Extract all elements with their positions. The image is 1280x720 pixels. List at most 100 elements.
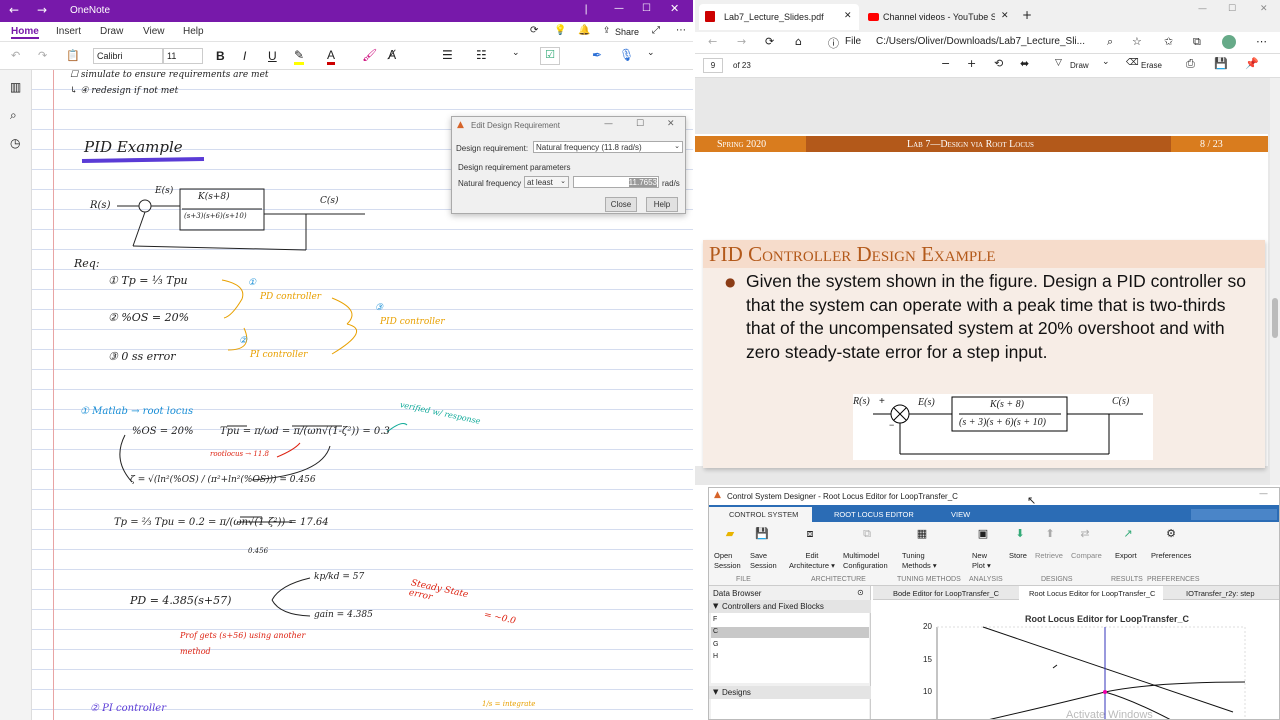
minimize-icon[interactable]: —: [1259, 489, 1268, 499]
search-icon[interactable]: ⌕: [10, 108, 17, 123]
maximize-icon[interactable]: ☐: [636, 119, 644, 129]
print-icon[interactable]: ⎙: [1186, 57, 1195, 71]
tab-view[interactable]: View: [143, 26, 165, 37]
tab-root-locus-editor[interactable]: ROOT LOCUS EDITOR: [834, 510, 914, 519]
tuning-methods-button[interactable]: ▦: [911, 527, 933, 540]
bullets-icon[interactable]: ☰: [442, 48, 453, 62]
maximize-icon[interactable]: ☐: [642, 3, 651, 14]
controllers-section-header[interactable]: ▼ Controllers and Fixed Blocks: [709, 600, 871, 613]
close-icon[interactable]: ✕: [1260, 4, 1268, 14]
minimize-icon[interactable]: —: [614, 3, 624, 14]
page-number-input[interactable]: 9: [703, 58, 723, 73]
retrieve-button[interactable]: ⬆: [1039, 527, 1061, 540]
chevron-down-icon[interactable]: ⌄: [512, 48, 520, 58]
font-color-icon[interactable]: A: [327, 48, 336, 65]
preferences-button[interactable]: ⚙: [1160, 527, 1182, 540]
tab-root-locus-editor-doc[interactable]: Root Locus Editor for LoopTransfer_C: [1019, 586, 1163, 600]
rotate-icon[interactable]: ⟲: [994, 57, 1003, 70]
tab-bode-editor[interactable]: Bode Editor for LoopTransfer_C: [893, 589, 999, 598]
maximize-icon[interactable]: ☐: [1228, 4, 1236, 14]
more-icon[interactable]: ⋯: [676, 25, 686, 36]
block-c-row[interactable]: C: [711, 627, 869, 638]
options-icon[interactable]: ⊙: [857, 588, 864, 597]
pdf-scrollbar[interactable]: [1270, 78, 1280, 485]
tab-view[interactable]: VIEW: [951, 510, 970, 519]
edit-architecture-button[interactable]: ⧈: [799, 527, 821, 541]
more-icon[interactable]: ⋯: [1256, 35, 1267, 48]
nf-mode-select[interactable]: at least ⌄: [524, 176, 569, 188]
clear-format-icon[interactable]: A̸: [388, 48, 396, 62]
profile-avatar[interactable]: [1222, 35, 1236, 49]
draw-button[interactable]: Draw: [1070, 61, 1089, 70]
share-button[interactable]: Share: [615, 27, 639, 37]
zoom-icon[interactable]: ⌕: [1107, 35, 1113, 49]
compare-button[interactable]: ⇄: [1074, 527, 1096, 540]
scrollbar-thumb[interactable]: [1272, 298, 1278, 338]
italic-icon[interactable]: I: [243, 49, 246, 63]
designs-section-header[interactable]: ▼ Designs: [709, 686, 871, 699]
save-icon[interactable]: 💾: [1214, 57, 1228, 70]
requirement-select[interactable]: Natural frequency (11.8 rad/s) ⌄: [533, 141, 683, 153]
sync-icon[interactable]: ⟳: [530, 25, 538, 36]
url-input[interactable]: C:/Users/Oliver/Downloads/Lab7_Lecture_S…: [876, 36, 1085, 47]
chevron-down-icon[interactable]: ⌄: [1102, 57, 1110, 67]
draw-icon[interactable]: ▽: [1055, 58, 1062, 68]
close-icon[interactable]: ✕: [670, 2, 679, 15]
redo-icon[interactable]: ↷: [38, 49, 47, 62]
tab-pdf[interactable]: Lab7_Lecture_Slides.pdf ✕: [699, 4, 859, 30]
erase-icon[interactable]: ⌫: [1126, 58, 1139, 68]
refresh-icon[interactable]: ⟳: [765, 35, 774, 48]
format-painter-icon[interactable]: 🖌: [362, 48, 377, 62]
block-f[interactable]: F: [713, 616, 717, 623]
collections-icon[interactable]: ⧉: [1193, 35, 1201, 49]
new-tab-icon[interactable]: +: [1022, 8, 1032, 22]
favorite-star-icon[interactable]: ☆: [1132, 35, 1142, 48]
tab-home[interactable]: Home: [11, 26, 39, 39]
close-icon[interactable]: ✕: [667, 119, 675, 129]
zoom-in-icon[interactable]: +: [967, 57, 976, 70]
favorites-icon[interactable]: ✩: [1164, 35, 1173, 48]
tab-youtube[interactable]: Channel videos - YouTube Studio ✕: [863, 4, 1013, 30]
highlight-icon[interactable]: ✎: [294, 48, 305, 65]
tab-insert[interactable]: Insert: [56, 26, 81, 37]
bold-icon[interactable]: B: [216, 49, 225, 63]
root-locus-plot[interactable]: Root Locus Editor for LoopTransfer_C 20 …: [873, 600, 1279, 719]
notebooks-icon[interactable]: ▥: [10, 80, 21, 94]
clipboard-icon[interactable]: 📋: [66, 49, 80, 62]
back-icon[interactable]: ←: [9, 3, 19, 17]
minimize-icon[interactable]: —: [1198, 4, 1207, 14]
font-size-input[interactable]: 11: [163, 48, 203, 64]
erase-button[interactable]: Erase: [1141, 61, 1162, 70]
export-button[interactable]: ↗: [1117, 527, 1139, 540]
nf-value-input[interactable]: 11.7653: [573, 176, 659, 188]
chevron-down-icon[interactable]: ⌄: [647, 48, 655, 58]
tab-iotransfer[interactable]: IOTransfer_r2y: step: [1186, 589, 1255, 598]
dictate-icon[interactable]: 🎙: [619, 48, 634, 62]
home-icon[interactable]: ⌂: [795, 35, 802, 48]
tab-help[interactable]: Help: [183, 26, 204, 37]
coauthor-icon[interactable]: ❘: [582, 4, 590, 15]
underline-icon[interactable]: U: [268, 49, 277, 63]
close-icon[interactable]: ✕: [844, 11, 852, 21]
pen-icon[interactable]: ✒: [592, 48, 602, 62]
share-icon[interactable]: ⇪: [603, 26, 611, 36]
lightbulb-icon[interactable]: 💡: [554, 25, 566, 36]
tab-control-system[interactable]: CONTROL SYSTEM: [709, 507, 812, 522]
block-g[interactable]: G: [713, 641, 718, 648]
font-name-input[interactable]: Calibri: [93, 48, 163, 64]
quick-access-toolbar[interactable]: [1191, 509, 1277, 520]
pin-icon[interactable]: 📌: [1245, 57, 1259, 70]
forward-icon[interactable]: →: [37, 3, 47, 17]
pdf-viewer[interactable]: Spring 2020 Lab 7—Design via Root Locus …: [695, 78, 1280, 485]
forward-icon[interactable]: →: [737, 35, 746, 48]
fit-page-icon[interactable]: ⬌: [1020, 57, 1029, 70]
recent-icon[interactable]: ◷: [10, 136, 20, 150]
new-plot-button[interactable]: ▣: [972, 527, 994, 540]
bell-icon[interactable]: 🔔: [578, 25, 590, 36]
zoom-out-icon[interactable]: −: [941, 57, 950, 70]
save-session-button[interactable]: 💾: [752, 527, 772, 540]
multimodel-button[interactable]: ⧉: [856, 527, 878, 541]
tab-draw[interactable]: Draw: [100, 26, 123, 37]
expand-icon[interactable]: ⤢: [652, 25, 660, 36]
open-session-button[interactable]: ▰: [718, 527, 742, 540]
